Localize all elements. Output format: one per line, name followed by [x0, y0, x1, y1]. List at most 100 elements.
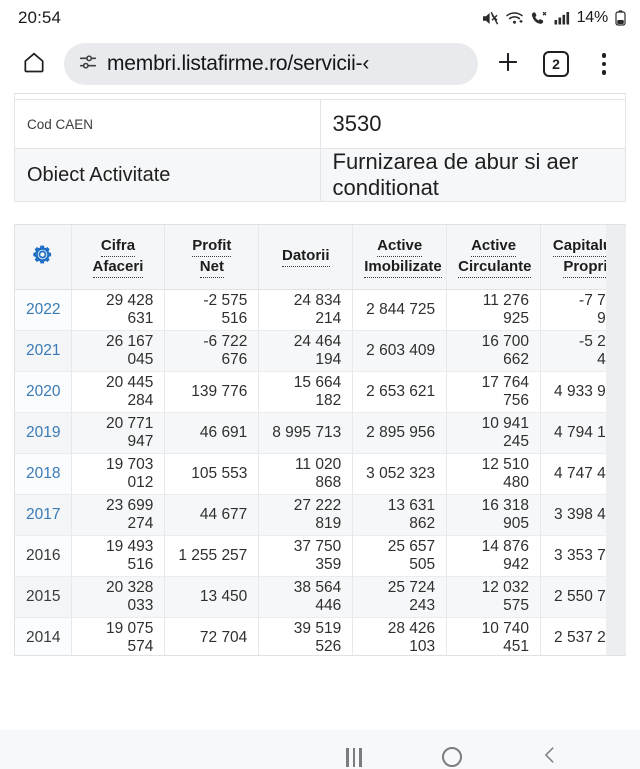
home-button[interactable] [12, 42, 56, 86]
url-bar[interactable]: membri.listafirme.ro/servicii-‹ [64, 43, 478, 85]
settings-gear-icon [30, 245, 55, 271]
financial-cell: 46 691 [164, 412, 260, 454]
financial-cell: 20 445 284 [71, 371, 166, 413]
financial-cell: 2 653 621 [352, 371, 448, 413]
table-row: 2021 26 167 045 -6 722 676 24 464 194 2 603 … [15, 330, 626, 372]
cod-caen-value: 3530 [319, 99, 626, 149]
back-chevron-icon [539, 744, 561, 769]
more-vertical-icon [601, 53, 607, 75]
financial-cell: -2 575 516 [164, 289, 260, 331]
table-row-obiect-activitate: Obiect Activitate Furnizarea de abur si … [14, 148, 626, 202]
financial-cell: 28 426 103 [352, 617, 448, 655]
url-text[interactable]: membri.listafirme.ro/servicii-‹ [107, 52, 369, 76]
column-header-cifra-afaceri[interactable]: Cifra Afaceri [71, 225, 166, 290]
column-header-label: Circulante [458, 257, 532, 278]
table-row: 2019 20 771 947 46 691 8 995 713 2 895 956 10… [15, 412, 626, 454]
page-settings-icon[interactable] [77, 51, 99, 78]
table-row: 2017 23 699 274 44 677 27 222 819 13 631 862… [15, 494, 626, 536]
table-row: 2016 19 493 516 1 255 257 37 750 359 25 657 … [15, 535, 626, 577]
financial-cell: 24 834 214 [258, 289, 354, 331]
table-row: 2018 19 703 012 105 553 11 020 868 3 052 323… [15, 453, 626, 495]
web-page-viewport[interactable]: Cod CAEN 3530 Obiect Activitate Furnizar… [0, 92, 640, 730]
home-icon [21, 49, 47, 80]
financial-cell: 11 276 925 [446, 289, 542, 331]
table-row: 2015 20 328 033 13 450 38 564 446 25 724 243… [15, 576, 626, 618]
nav-back-button[interactable] [530, 737, 570, 769]
financial-cell: 105 553 [164, 453, 260, 495]
financial-cell: 15 664 182 [258, 371, 354, 413]
financial-cell: 27 222 819 [258, 494, 354, 536]
browser-menu-button[interactable] [582, 42, 626, 86]
financial-cell: 19 493 516 [71, 535, 166, 577]
financial-cell: 3 398 440 [540, 494, 626, 536]
table-settings-button[interactable] [15, 225, 72, 290]
financial-cell: -5 207 466 [540, 330, 626, 372]
year-link[interactable]: 2017 [15, 494, 72, 536]
financial-cell: 2 537 272 [540, 617, 626, 655]
financial-cell: 26 167 045 [71, 330, 166, 372]
signal-icon [554, 11, 570, 25]
table-row-cod-caen: Cod CAEN 3530 [14, 99, 626, 149]
column-header-label: Active [377, 236, 423, 257]
financial-cell: 4 933 921 [540, 371, 626, 413]
year-link[interactable]: 2022 [15, 289, 72, 331]
column-header-label: Proprii [563, 257, 612, 278]
table-row: 2014 19 075 574 72 704 39 519 526 28 426 103… [15, 617, 626, 655]
column-header-label: Active [471, 236, 517, 257]
year-label: 2014 [15, 617, 72, 655]
tab-count-badge: 2 [543, 51, 569, 77]
financial-cell: 16 700 662 [446, 330, 542, 372]
financial-cell: 19 703 012 [71, 453, 166, 495]
column-header-capitaluri-proprii[interactable]: Capitaluri Proprii [540, 225, 626, 290]
year-link[interactable]: 2019 [15, 412, 72, 454]
financial-cell: 11 020 868 [258, 453, 354, 495]
column-header-label: Capitaluri [552, 236, 623, 257]
financial-cell: 8 995 713 [258, 412, 354, 454]
recents-icon [346, 747, 362, 767]
financial-cell: 72 704 [164, 617, 260, 655]
financial-cell: 3 353 763 [540, 535, 626, 577]
tab-switcher-button[interactable]: 2 [534, 42, 578, 86]
year-link[interactable]: 2020 [15, 371, 72, 413]
android-nav-bar [0, 730, 640, 769]
column-header-active-circulante[interactable]: Active Circulante [446, 225, 542, 290]
column-header-label: Profit [192, 236, 232, 257]
new-tab-button[interactable] [486, 42, 530, 86]
financial-table-wrapper[interactable]: Cifra Afaceri Profit Net Datorii Active [14, 224, 626, 656]
column-header-label: Net [199, 257, 224, 278]
browser-toolbar: membri.listafirme.ro/servicii-‹ 2 [0, 36, 640, 92]
financial-cell: 13 450 [164, 576, 260, 618]
table-row: 2020 20 445 284 139 776 15 664 182 2 653 621… [15, 371, 626, 413]
year-link[interactable]: 2021 [15, 330, 72, 372]
year-link[interactable]: 2018 [15, 453, 72, 495]
financial-cell: 17 764 756 [446, 371, 542, 413]
financial-cell: 25 724 243 [352, 576, 448, 618]
financial-table-header-row: Cifra Afaceri Profit Net Datorii Active [15, 225, 626, 290]
home-circle-icon [442, 747, 462, 767]
column-header-profit-net[interactable]: Profit Net [164, 225, 260, 290]
battery-percent-label: 14% [576, 9, 609, 26]
company-info-table: Cod CAEN 3530 Obiect Activitate Furnizar… [14, 93, 626, 202]
financial-cell: 29 428 631 [71, 289, 166, 331]
financial-cell: -6 722 676 [164, 330, 260, 372]
battery-icon [615, 10, 626, 26]
financial-cell: 39 519 526 [258, 617, 354, 655]
financial-cell: 20 771 947 [71, 412, 166, 454]
financial-cell: 19 075 574 [71, 617, 166, 655]
column-header-label: Cifra [100, 236, 136, 257]
nav-recents-button[interactable] [334, 737, 374, 769]
call-icon [531, 11, 547, 26]
financial-table-body: 2022 29 428 631 -2 575 516 24 834 214 2 844 … [15, 289, 626, 655]
financial-cell: 4 794 145 [540, 412, 626, 454]
column-header-active-imobilizate[interactable]: Active Imobilizate [352, 225, 448, 290]
year-label: 2015 [15, 576, 72, 618]
column-header-datorii[interactable]: Datorii [258, 225, 354, 290]
plus-icon [495, 49, 521, 80]
nav-home-button[interactable] [432, 737, 472, 769]
financial-cell: 2 895 956 [352, 412, 448, 454]
status-time: 20:54 [18, 8, 62, 27]
financial-cell: 20 328 033 [71, 576, 166, 618]
financial-cell: 1 255 257 [164, 535, 260, 577]
financial-cell: 139 776 [164, 371, 260, 413]
wifi-icon [505, 11, 524, 25]
